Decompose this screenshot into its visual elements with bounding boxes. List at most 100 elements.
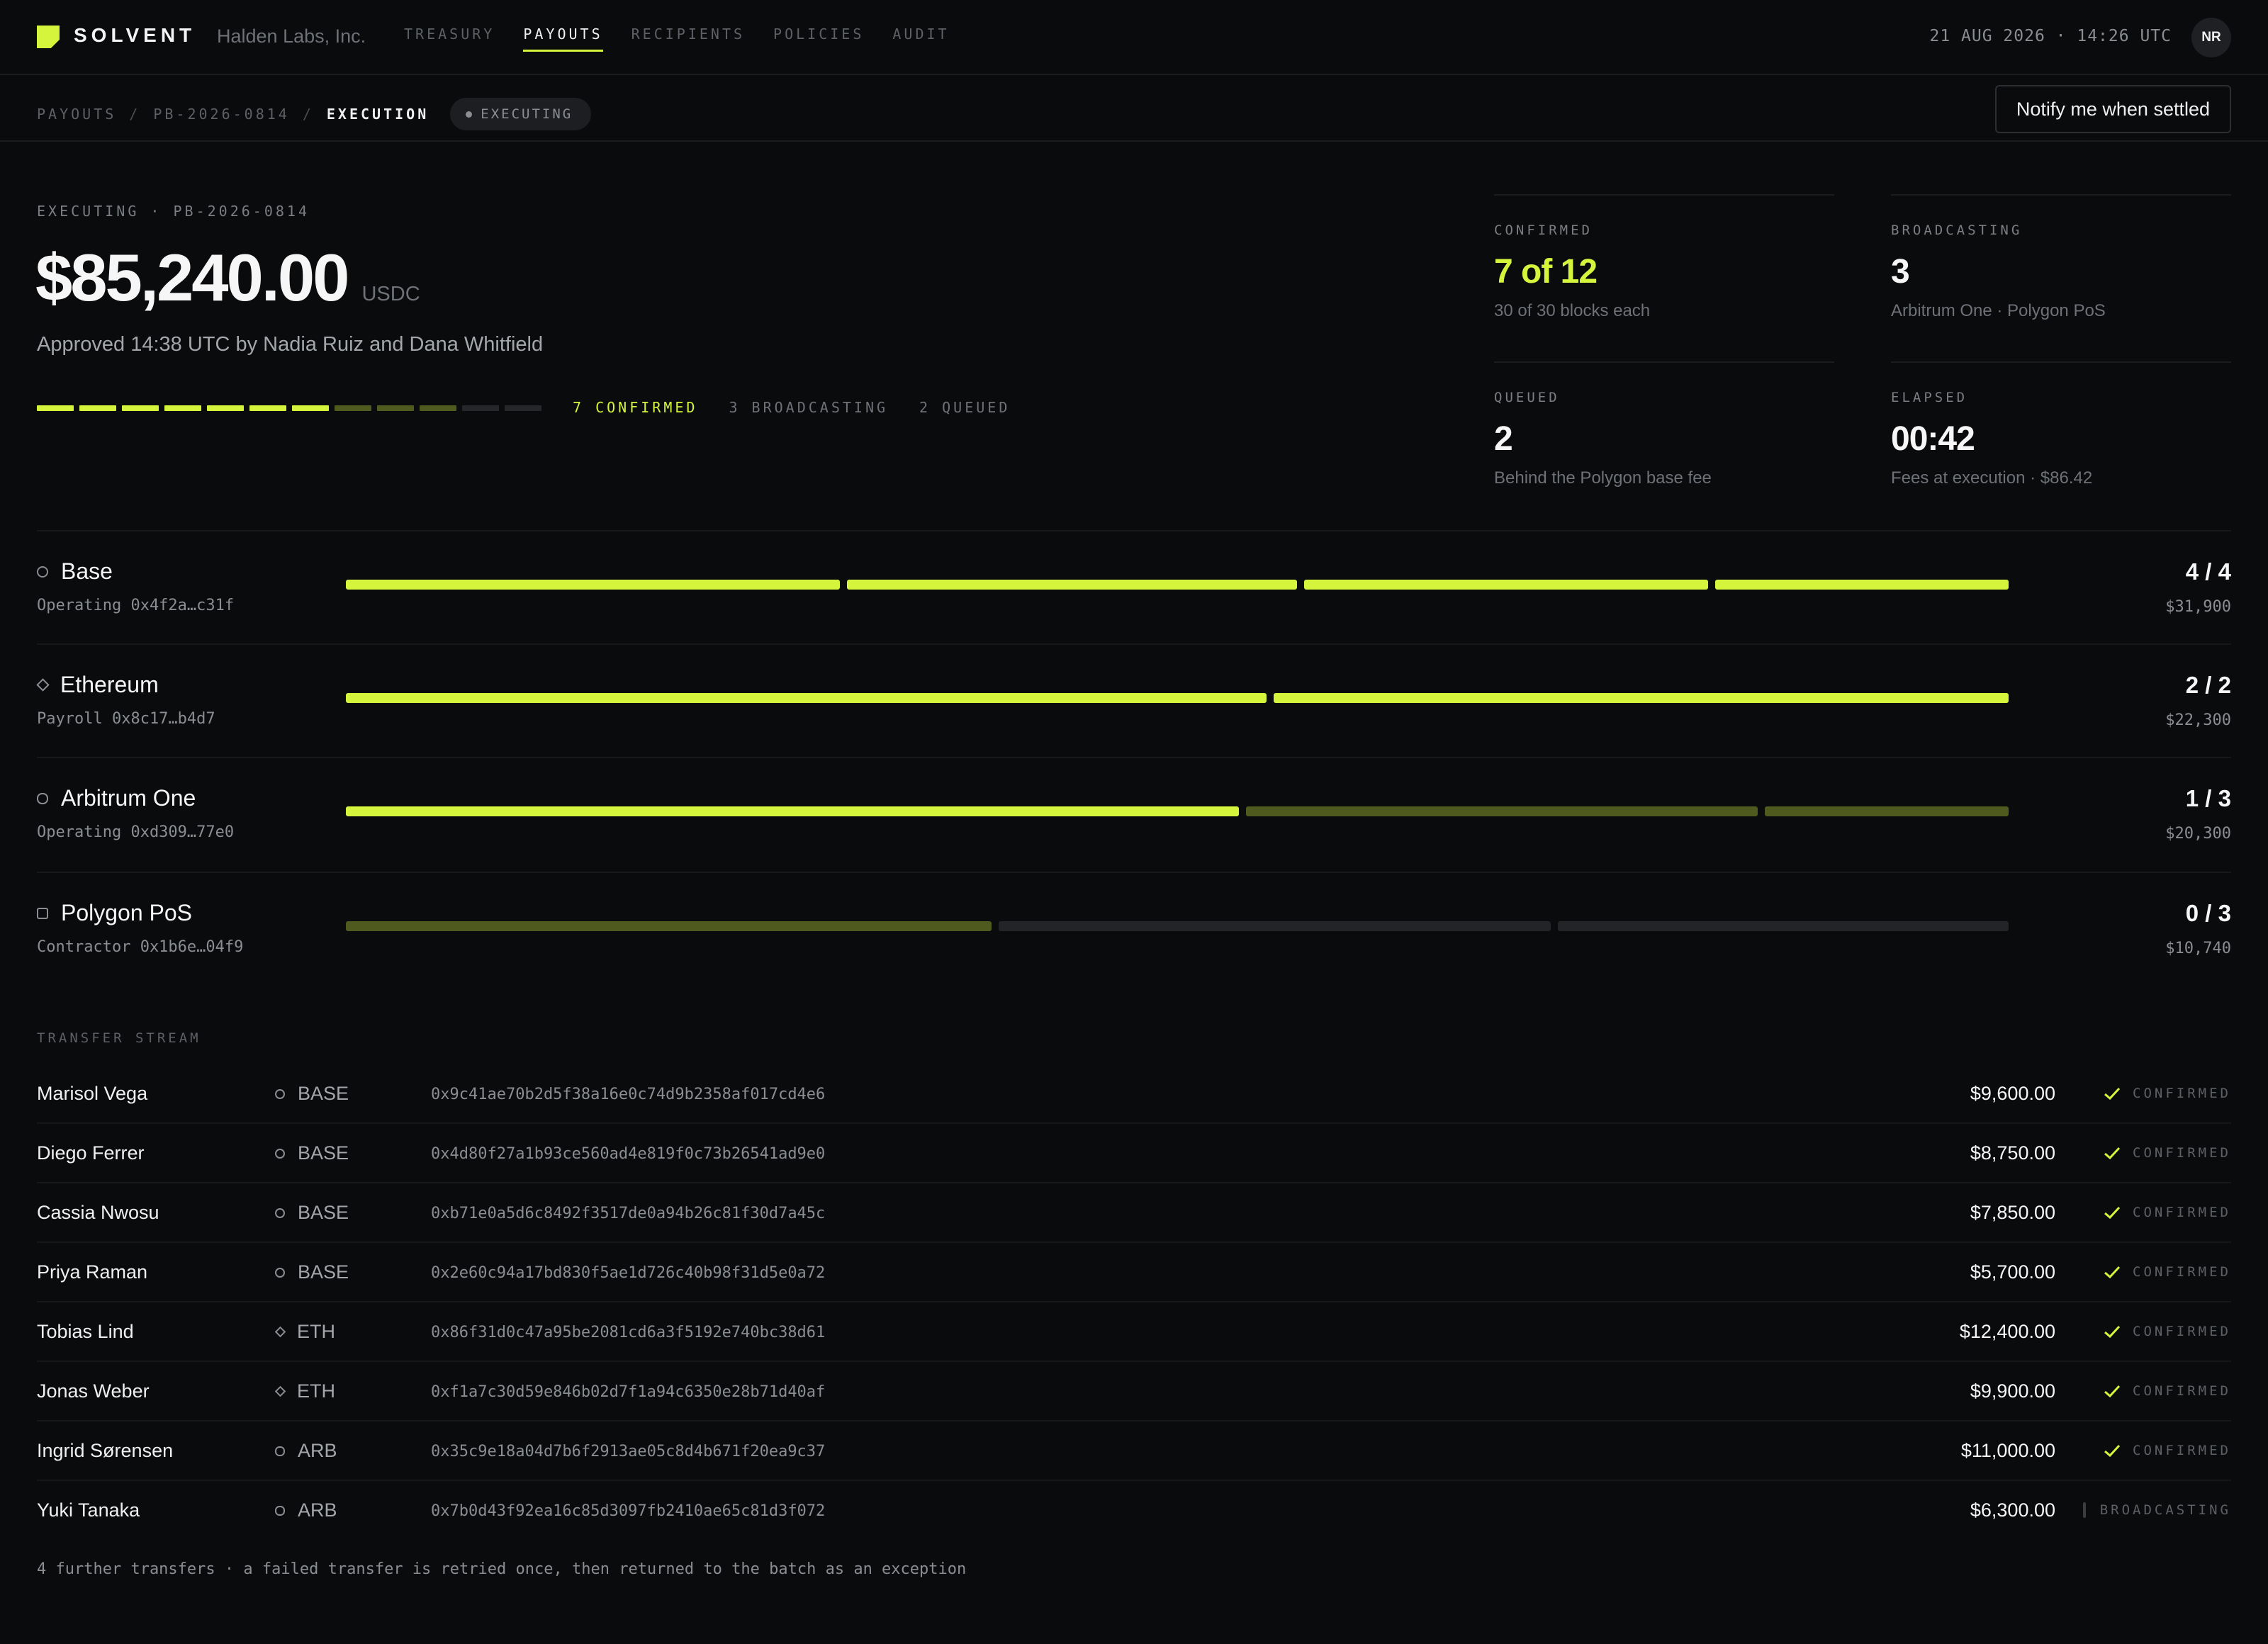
tx-hash[interactable]: 0xf1a7c30d59e846b02d7f1a94c6350e28b71d40… [431, 1383, 825, 1401]
recipient-name[interactable]: Diego Ferrer [37, 1142, 145, 1164]
chain-transfer-segment [1765, 806, 2009, 816]
chain-count: 2 / 2 [2185, 672, 2231, 698]
status-badge-label: EXECUTING [481, 106, 573, 122]
transfer-row[interactable]: Jonas Weber ETH 0xf1a7c30d59e846b02d7f1a94… [37, 1362, 2231, 1421]
check-icon [2104, 1087, 2121, 1100]
chain-account: Operating 0x4f2a…c31f [37, 597, 235, 614]
chain-progress [346, 921, 2009, 931]
recipient-name[interactable]: Ingrid Sørensen [37, 1440, 173, 1462]
chain-code: BASE [298, 1261, 349, 1283]
progress-segment [335, 405, 371, 411]
chain-amount: $20,300 [2165, 825, 2231, 843]
chain-account: Payroll 0x8c17…b4d7 [37, 710, 215, 728]
recipient-name[interactable]: Priya Raman [37, 1261, 147, 1283]
nav-payouts[interactable]: PAYOUTS [523, 26, 603, 52]
chain-label: Polygon PoS [61, 900, 193, 925]
stat-confirmed: CONFIRMED 7 of 12 30 of 30 blocks each [1494, 194, 1834, 321]
status-label: CONFIRMED [2133, 1205, 2231, 1220]
avatar[interactable]: NR [2191, 18, 2231, 57]
check-icon [2104, 1266, 2121, 1279]
transfer-row[interactable]: Priya Raman BASE 0x2e60c94a17bd830f5ae1d72… [37, 1243, 2231, 1302]
transfer-row[interactable]: Diego Ferrer BASE 0x4d80f27a1b93ce560ad4e8… [37, 1124, 2231, 1183]
nav-recipients[interactable]: RECIPIENTS [631, 26, 745, 52]
transfer-amount: $8,750.00 [1970, 1142, 2055, 1164]
progress-segment [164, 405, 201, 411]
batch-eyebrow: EXECUTING · PB-2026-0814 [37, 203, 310, 220]
status-dot-icon [466, 111, 473, 118]
transfer-row[interactable]: Marisol Vega BASE 0x9c41ae70b2d5f38a16e0c7… [37, 1064, 2231, 1124]
transfer-row[interactable]: Yuki Tanaka ARB 0x7b0d43f92ea16c85d3097fb2… [37, 1481, 2231, 1541]
stat-elapsed: ELAPSED 00:42 Fees at execution · $86.42 [1891, 361, 2231, 488]
chain-account: Contractor 0x1b6e…04f9 [37, 938, 244, 956]
status-label: CONFIRMED [2133, 1264, 2231, 1280]
chain-progress [346, 580, 2009, 590]
transfer-amount: $7,850.00 [1970, 1202, 2055, 1223]
chain-transfer-segment [346, 580, 840, 590]
chain-code: BASE [298, 1202, 349, 1223]
chain-row-arbitrum[interactable]: Arbitrum One Operating 0xd309…77e0 1 / 3… [37, 757, 2231, 870]
top-bar: SOLVENT Halden Labs, Inc. TREASURY PAYOU… [0, 0, 2268, 75]
transfer-chain: ETH [274, 1380, 335, 1402]
notify-button[interactable]: Notify me when settled [1994, 85, 2231, 133]
chain-transfer-segment [1246, 806, 1758, 816]
batch-amount: $85,240.00 USDC [35, 240, 420, 316]
chain-row-polygon[interactable]: Polygon PoS Contractor 0x1b6e…04f9 0 / 3… [37, 872, 2231, 985]
transfer-row[interactable]: Tobias Lind ETH 0x86f31d0c47a95be2081cd6a3… [37, 1302, 2231, 1362]
chain-transfer-segment [346, 921, 992, 931]
nav-audit[interactable]: AUDIT [892, 26, 949, 52]
nav-policies[interactable]: POLICIES [773, 26, 864, 52]
tx-hash[interactable]: 0x9c41ae70b2d5f38a16e0c74d9b2358af017cd4… [431, 1086, 825, 1103]
hexagon-icon [37, 792, 48, 804]
check-icon [2104, 1147, 2121, 1160]
transfer-status: CONFIRMED [2103, 1383, 2231, 1399]
tx-hash[interactable]: 0x86f31d0c47a95be2081cd6a3f5192e740bc38d… [431, 1324, 825, 1341]
stat-sub: Arbitrum One · Polygon PoS [1891, 301, 2106, 320]
transfer-chain: ARB [275, 1499, 337, 1521]
tx-hash[interactable]: 0xb71e0a5d6c8492f3517de0a94b26c81f30d7a4… [431, 1205, 825, 1222]
transfer-row[interactable]: Cassia Nwosu BASE 0xb71e0a5d6c8492f3517de0… [37, 1183, 2231, 1243]
check-icon [2104, 1206, 2121, 1220]
transfer-amount: $11,000.00 [1960, 1440, 2055, 1461]
nav-treasury[interactable]: TREASURY [404, 26, 495, 52]
tx-hash[interactable]: 0x4d80f27a1b93ce560ad4e819f0c73b26541ad9… [431, 1145, 825, 1163]
recipient-name[interactable]: Cassia Nwosu [37, 1202, 159, 1224]
progress-segment [249, 405, 286, 411]
breadcrumb-payouts[interactable]: PAYOUTS [37, 106, 116, 123]
recipient-name[interactable]: Jonas Weber [37, 1380, 150, 1402]
chain-row-ethereum[interactable]: Ethereum Payroll 0x8c17…b4d7 2 / 2 $22,3… [36, 643, 2231, 757]
tx-hash[interactable]: 0x2e60c94a17bd830f5ae1d726c40b98f31d5e0a… [431, 1264, 825, 1282]
legend-queued: 2 QUEUED [919, 399, 1011, 416]
chain-row-base[interactable]: Base Operating 0x4f2a…c31f 4 / 4 $31,900 [37, 530, 2231, 643]
chain-count: 4 / 4 [2185, 558, 2231, 585]
tx-hash[interactable]: 0x7b0d43f92ea16c85d3097fb2410ae65c81d3f0… [431, 1502, 825, 1520]
diamond-icon [274, 1326, 286, 1338]
recipient-name[interactable]: Marisol Vega [37, 1083, 147, 1105]
stat-value: 2 [1494, 420, 1513, 458]
circle-icon [37, 565, 48, 578]
progress-segment [122, 405, 159, 411]
transfer-row[interactable]: Ingrid Sørensen ARB 0x35c9e18a04d7b6f2913a… [37, 1421, 2231, 1481]
circle-icon [275, 1148, 285, 1159]
stat-value: 7 of 12 [1494, 253, 1598, 291]
chain-count: 1 / 3 [2185, 785, 2231, 811]
transfer-amount: $5,700.00 [1970, 1261, 2055, 1283]
square-icon [37, 907, 48, 919]
breadcrumb: PAYOUTS / PB-2026-0814 / EXECUTION EXECU… [37, 98, 592, 130]
chain-transfer-segment [346, 806, 1239, 816]
recipient-name[interactable]: Yuki Tanaka [37, 1499, 140, 1521]
circle-icon [275, 1267, 285, 1278]
tx-hash[interactable]: 0x35c9e18a04d7b6f2913ae05c8d4b671f20ea9c… [431, 1443, 825, 1460]
chain-amount: $31,900 [2165, 598, 2231, 616]
org-name[interactable]: Halden Labs, Inc. [217, 26, 366, 47]
transfer-amount: $6,300.00 [1970, 1499, 2055, 1521]
stat-value: 00:42 [1891, 420, 1975, 458]
approval-line: Approved 14:38 UTC by Nadia Ruiz and Dan… [37, 333, 544, 356]
chain-transfer-segment [847, 580, 1297, 590]
chain-amount: $10,740 [2165, 940, 2231, 957]
chain-code: ETH [297, 1321, 335, 1342]
breadcrumb-batch[interactable]: PB-2026-0814 [153, 106, 290, 123]
stat-label: CONFIRMED [1494, 223, 1593, 238]
recipient-name[interactable]: Tobias Lind [37, 1321, 134, 1343]
circle-icon [275, 1207, 285, 1218]
brand-name: SOLVENT [74, 24, 196, 46]
